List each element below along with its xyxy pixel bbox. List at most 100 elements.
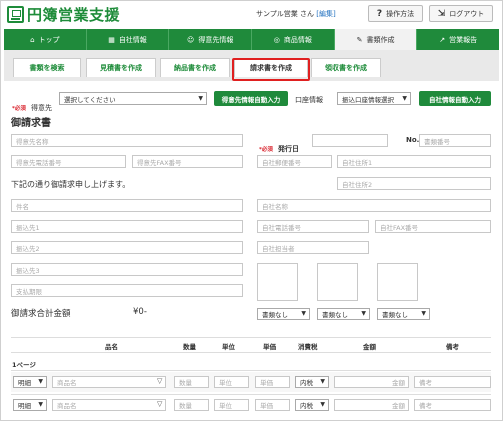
issue-date-label: 発行日 xyxy=(277,145,299,153)
nav-item-reports[interactable]: ↗ 営業報告 xyxy=(417,29,499,50)
row-tax-select[interactable]: 内税 ▼ xyxy=(295,399,329,411)
tab-search-docs[interactable]: 書類を検索 xyxy=(13,58,81,77)
user-edit-link[interactable]: [編集] xyxy=(316,10,335,18)
row-note-field[interactable]: 備考 xyxy=(414,399,491,411)
required-mark: *必須 xyxy=(259,147,273,153)
table-divider xyxy=(11,370,491,371)
company-address2-field[interactable]: 自社住所2 xyxy=(337,177,491,190)
stamp-select-1[interactable]: 書類なし ▼ xyxy=(257,308,310,320)
col-header-unit: 単位 xyxy=(222,343,235,351)
nav-label: 商品情報 xyxy=(283,35,312,44)
row-tax-select[interactable]: 内税 ▼ xyxy=(295,376,329,388)
dropdown-arrow-icon: ▼ xyxy=(301,310,306,317)
client-select[interactable]: 選択してください ▼ xyxy=(59,92,207,105)
row-qty-field[interactable]: 数量 xyxy=(174,399,209,411)
logo-text: 円簿営業支援 xyxy=(27,6,121,24)
main-nav: ⌂ トップ ▦ 自社情報 ☺ 得意先情報 ◎ 商品情報 ✎ 書類作成 ↗ 営業報告 xyxy=(4,29,499,50)
client-fax-field[interactable]: 得意先FAX番号 xyxy=(132,155,243,168)
row-tax-value: 内税 xyxy=(300,402,313,410)
row-type-select[interactable]: 明細 ▼ xyxy=(13,399,47,411)
nav-label: 書類作成 xyxy=(366,35,395,44)
row-unit-field[interactable]: 単位 xyxy=(214,376,249,388)
company-rep-field[interactable]: 自社担当者 xyxy=(257,241,369,254)
row-amount-field[interactable]: 金額 xyxy=(334,399,409,411)
col-header-note: 備考 xyxy=(446,343,459,351)
col-header-price: 単価 xyxy=(263,343,276,351)
stamp-box-1[interactable] xyxy=(257,263,298,301)
table-divider xyxy=(11,394,491,395)
dropdown-arrow-icon: ▼ xyxy=(320,401,325,408)
client-label-group: *必須 得意先 xyxy=(12,95,52,114)
account-select-value: 振込口座情報選択 xyxy=(342,95,394,104)
intro-text: 下記の通り御請求申し上げます。 xyxy=(11,180,131,189)
building-icon: ▦ xyxy=(108,35,115,44)
col-header-name: 品名 xyxy=(105,343,118,351)
company-fax-field[interactable]: 自社FAX番号 xyxy=(375,220,491,233)
nav-item-company[interactable]: ▦ 自社情報 xyxy=(87,29,170,50)
nav-item-top[interactable]: ⌂ トップ xyxy=(4,29,87,50)
filter-icon[interactable]: ▽ xyxy=(157,377,162,385)
stamp-select-2[interactable]: 書類なし ▼ xyxy=(317,308,370,320)
user-suffix: さん xyxy=(300,10,315,18)
subject-field[interactable]: 件名 xyxy=(11,199,243,212)
nav-item-products[interactable]: ◎ 商品情報 xyxy=(252,29,335,50)
row-price-field[interactable]: 単価 xyxy=(255,399,290,411)
product-icon: ◎ xyxy=(273,35,280,44)
required-mark: *必須 xyxy=(12,106,26,112)
stamp-select-3[interactable]: 書類なし ▼ xyxy=(377,308,430,320)
client-tel-field[interactable]: 得意先電話番号 xyxy=(11,155,126,168)
stamp-box-3[interactable] xyxy=(377,263,418,301)
nav-item-documents[interactable]: ✎ 書類作成 xyxy=(334,29,418,50)
row-tax-value: 内税 xyxy=(300,379,313,387)
row-type-select[interactable]: 明細 ▼ xyxy=(13,376,47,388)
logo[interactable]: 円簿営業支援 xyxy=(7,4,120,25)
due-date-field[interactable]: 支払期限 xyxy=(11,284,243,297)
bank3-field[interactable]: 振込先3 xyxy=(11,263,243,276)
edit-icon: ✎ xyxy=(356,35,363,44)
row-unit-field[interactable]: 単位 xyxy=(214,399,249,411)
stamp-select-value: 書類なし xyxy=(262,311,288,319)
company-autofill-button[interactable]: 自社情報自動入力 xyxy=(419,91,491,106)
chart-icon: ↗ xyxy=(439,35,446,44)
account-select[interactable]: 振込口座情報選択 ▼ xyxy=(337,92,411,105)
row-price-field[interactable]: 単価 xyxy=(255,376,290,388)
dropdown-arrow-icon: ▼ xyxy=(320,378,325,385)
nav-item-clients[interactable]: ☺ 得意先情報 xyxy=(169,29,253,50)
stamp-select-value: 書類なし xyxy=(382,311,408,319)
issue-date-label-group: *必須 発行日 xyxy=(259,136,299,155)
company-zip-field[interactable]: 自社郵便番号 xyxy=(257,155,332,168)
tab-create-delivery[interactable]: 納品書を作成 xyxy=(160,58,230,77)
company-name-field[interactable]: 自社名称 xyxy=(257,199,491,212)
document-no-label: No. xyxy=(406,136,420,144)
document-no-field[interactable]: 書類番号 xyxy=(419,134,491,147)
client-name-field[interactable]: 得意先名称 xyxy=(11,134,243,147)
bank2-field[interactable]: 振込先2 xyxy=(11,241,243,254)
home-icon: ⌂ xyxy=(30,35,35,44)
row-note-field[interactable]: 備考 xyxy=(414,376,491,388)
row-product-field[interactable]: 商品名 xyxy=(52,376,166,388)
stamp-box-2[interactable] xyxy=(317,263,358,301)
col-header-qty: 数量 xyxy=(183,343,196,351)
logout-label: ログアウト xyxy=(449,9,485,18)
tab-create-estimate[interactable]: 見積書を作成 xyxy=(86,58,156,77)
nav-label: 得意先情報 xyxy=(198,35,234,44)
nav-label: 営業報告 xyxy=(449,35,478,44)
bank1-field[interactable]: 振込先1 xyxy=(11,220,243,233)
people-icon: ☺ xyxy=(187,35,195,44)
row-product-field[interactable]: 商品名 xyxy=(52,399,166,411)
dropdown-arrow-icon: ▼ xyxy=(38,378,43,385)
logo-mark-icon xyxy=(7,6,24,23)
company-tel-field[interactable]: 自社電話番号 xyxy=(257,220,369,233)
help-button[interactable]: ? 操作方法 xyxy=(368,5,423,22)
dropdown-arrow-icon: ▼ xyxy=(198,95,203,102)
total-label: 御請求合計金額 xyxy=(11,309,71,319)
logout-icon: ⇲ xyxy=(437,8,446,19)
company-address1-field[interactable]: 自社住所1 xyxy=(337,155,491,168)
logout-button[interactable]: ⇲ ログアウト xyxy=(429,5,493,22)
row-qty-field[interactable]: 数量 xyxy=(174,376,209,388)
issue-date-field[interactable] xyxy=(312,134,388,147)
client-autofill-button[interactable]: 得意先情報自動入力 xyxy=(214,91,288,106)
tab-create-receipt[interactable]: 領収書を作成 xyxy=(311,58,381,77)
row-amount-field[interactable]: 金額 xyxy=(334,376,409,388)
filter-icon[interactable]: ▽ xyxy=(157,400,162,408)
